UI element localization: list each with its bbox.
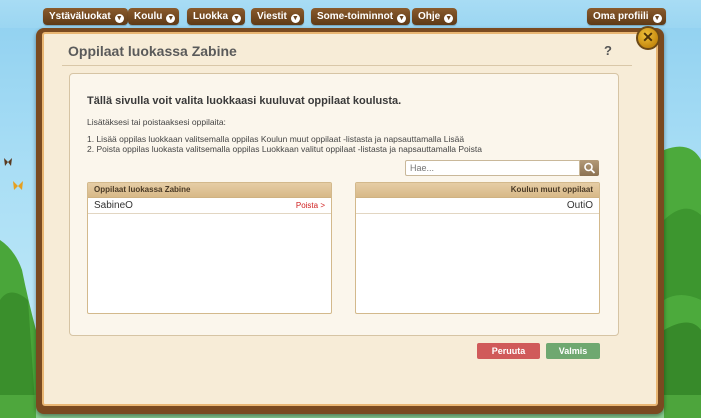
- butterfly-icon: [4, 158, 12, 166]
- close-icon[interactable]: ✕: [636, 26, 660, 50]
- search-input[interactable]: [405, 160, 580, 176]
- list-item[interactable]: OutiO: [356, 198, 599, 214]
- instruction-remove: 2. Poista oppilas luokasta valitsemalla …: [87, 144, 483, 154]
- remove-link[interactable]: Poista >: [296, 198, 325, 213]
- class-students-list: Oppilaat luokassa Zabine SabineO Poista …: [87, 182, 332, 314]
- title-divider: [62, 65, 632, 66]
- class-list-header: Oppilaat luokassa Zabine: [88, 183, 331, 198]
- help-button[interactable]: ?: [604, 43, 612, 58]
- search-button[interactable]: [580, 160, 599, 176]
- done-button[interactable]: Valmis: [546, 343, 600, 359]
- instruction-add: 1. Lisää oppilas luokkaan valitsemalla o…: [87, 134, 465, 144]
- cancel-button[interactable]: Peruuta: [477, 343, 540, 359]
- dialog-title: Oppilaat luokassa Zabine: [68, 43, 237, 59]
- student-name: SabineO: [94, 200, 133, 211]
- student-name: OutiO: [566, 200, 593, 211]
- butterfly-icon: [13, 181, 23, 190]
- intro-text: Tällä sivulla voit valita luokkaasi kuul…: [87, 95, 402, 107]
- instructions-heading: Lisätäksesi tai poistaaksesi oppilaita:: [87, 117, 226, 127]
- school-list-header: Koulun muut oppilaat: [356, 183, 599, 198]
- school-students-list: Koulun muut oppilaat OutiO: [355, 182, 600, 314]
- search-icon: [584, 162, 596, 174]
- list-item[interactable]: SabineO Poista >: [88, 198, 331, 214]
